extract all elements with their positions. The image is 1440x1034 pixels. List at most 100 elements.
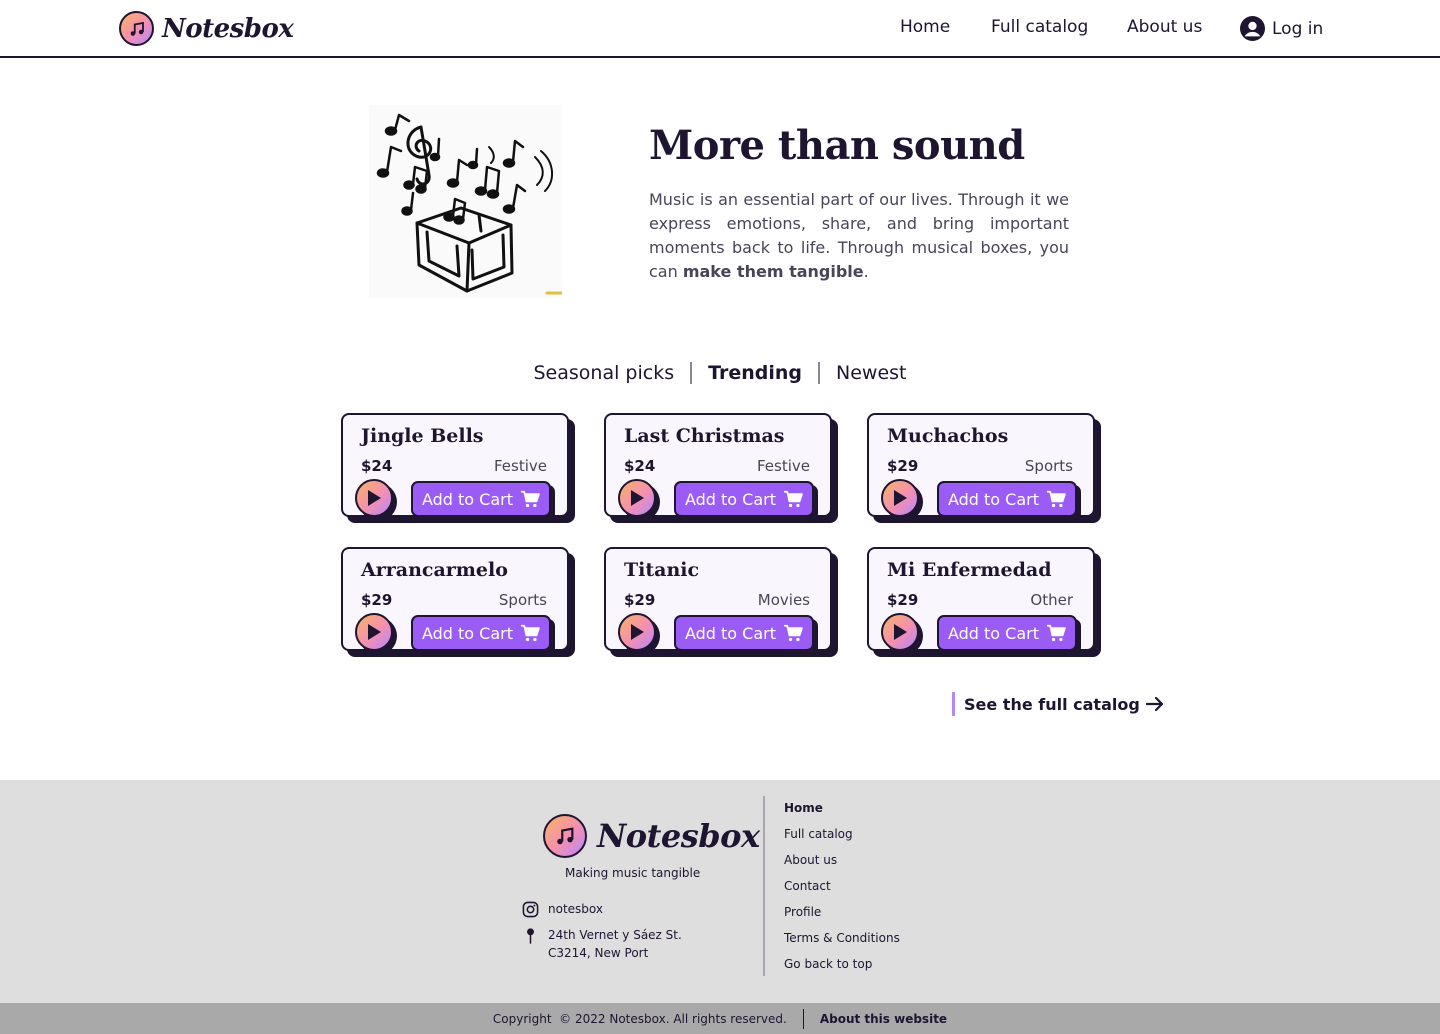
product-title: Titanic [624,559,700,581]
footer-logo[interactable]: Notesbox [543,814,760,858]
play-icon [368,490,381,506]
shopping-cart-icon [1047,490,1066,508]
tab-trending[interactable]: Trending [706,362,804,384]
nav-about-us[interactable]: About us [1127,17,1202,37]
product-title: Mi Enfermedad [887,559,1052,581]
play-control [355,479,397,521]
music-box-illustration [369,105,564,298]
footer-link-profile[interactable]: Profile [784,902,900,928]
footer-link-full-catalog[interactable]: Full catalog [784,824,900,850]
add-to-cart-button[interactable]: Add to Cart [674,481,814,517]
product-title: Last Christmas [624,425,785,447]
header-logo[interactable]: Notesbox [119,11,294,46]
shopping-cart-icon [521,624,540,642]
product-card: Jingle Bells $24 Festive Add to Cart [341,413,575,523]
site-header: Notesbox Home Full catalog About us Log … [0,0,1440,58]
play-icon [368,624,381,640]
add-to-cart-label: Add to Cart [947,623,1040,643]
product-title: Jingle Bells [361,425,484,447]
footer-link-back-to-top[interactable]: Go back to top [784,954,900,980]
add-to-cart-button[interactable]: Add to Cart [411,481,551,517]
see-full-catalog-label: See the full catalog [964,694,1140,714]
music-note-icon [119,11,154,46]
instagram-handle: notesbox [548,902,603,916]
copyright-text: Copyright © 2022 Notesbox. All rights re… [492,1011,787,1026]
product-price: $29 [361,591,393,609]
add-to-cart-button[interactable]: Add to Cart [937,481,1077,517]
footer-link-terms[interactable]: Terms & Conditions [784,928,900,954]
play-control [881,479,923,521]
address-line-1: 24th Vernet y Sáez St. [548,928,682,942]
cart-control: Add to Cart [937,615,1081,655]
brand-name: Notesbox [162,13,294,44]
product-card: Titanic $29 Movies Add to Cart [604,547,838,657]
login-button[interactable]: Log in [1240,16,1323,41]
product-category: Sports [498,591,547,609]
nav-catalog-label: Full catalog [991,17,1089,37]
add-to-cart-label: Add to Cart [684,489,777,509]
footer-link-contact[interactable]: Contact [784,876,900,902]
copyright-divider [802,1008,804,1029]
nav-home[interactable]: Home [900,17,950,37]
map-pin-icon [527,928,534,944]
hero-title: More than sound [649,122,1025,169]
product-category: Festive [756,457,810,475]
play-button[interactable] [618,613,656,651]
product-title: Muchachos [887,425,1009,447]
cart-control: Add to Cart [937,481,1081,521]
address-block: 24th Vernet y Sáez St. C3214, New Port [548,926,682,962]
footer-links: Home Full catalog About us Contact Profi… [784,798,900,980]
cart-control: Add to Cart [674,615,818,655]
tab-newest[interactable]: Newest [834,362,908,384]
cart-control: Add to Cart [674,481,818,521]
nav-full-catalog[interactable]: Full catalog [991,17,1088,37]
product-price: $24 [361,457,393,475]
play-control [618,613,660,655]
footer-address: 24th Vernet y Sáez St. C3214, New Port [522,926,682,962]
login-label: Log in [1272,18,1324,39]
about-website-link[interactable]: About this website [820,1012,947,1026]
product-card: Last Christmas $24 Festive Add to Cart [604,413,838,523]
address-line-2: C3214, New Port [548,946,649,960]
footer-link-about-us[interactable]: About us [784,850,900,876]
product-card: Arrancarmelo $29 Sports Add to Cart [341,547,575,657]
user-circle-icon [1240,16,1265,41]
see-full-catalog-link[interactable]: See the full catalog [952,692,1164,716]
play-icon [631,490,644,506]
arrow-right-icon [1145,696,1163,712]
play-control [618,479,660,521]
add-to-cart-button[interactable]: Add to Cart [937,615,1077,651]
add-to-cart-label: Add to Cart [947,489,1040,509]
add-to-cart-button[interactable]: Add to Cart [411,615,551,651]
product-category: Other [1030,591,1073,609]
product-category: Festive [493,457,547,475]
add-to-cart-button[interactable]: Add to Cart [674,615,814,651]
add-to-cart-label: Add to Cart [684,623,777,643]
hero-text-emphasis: make them tangible [682,262,864,281]
footer-tagline: Making music tangible [565,866,701,880]
play-button[interactable] [881,613,919,651]
play-control [881,613,923,655]
tab-seasonal-picks[interactable]: Seasonal picks [532,362,677,384]
play-button[interactable] [355,479,393,517]
play-button[interactable] [355,613,393,651]
music-note-icon [543,814,587,858]
product-category: Sports [1024,457,1073,475]
shopping-cart-icon [784,490,803,508]
play-icon [894,490,907,506]
instagram-icon [522,901,539,918]
product-price: $29 [887,457,919,475]
instagram-link[interactable]: notesbox [522,900,603,918]
product-price: $24 [624,457,656,475]
product-card: Muchachos $29 Sports Add to Cart [867,413,1101,523]
tab-divider [690,362,693,384]
nav-home-label: Home [900,17,951,37]
play-icon [894,624,907,640]
add-to-cart-label: Add to Cart [421,623,514,643]
play-icon [631,624,644,640]
cart-control: Add to Cart [411,481,555,521]
play-button[interactable] [881,479,919,517]
product-category: Movies [757,591,810,609]
footer-link-home[interactable]: Home [784,798,900,824]
play-button[interactable] [618,479,656,517]
